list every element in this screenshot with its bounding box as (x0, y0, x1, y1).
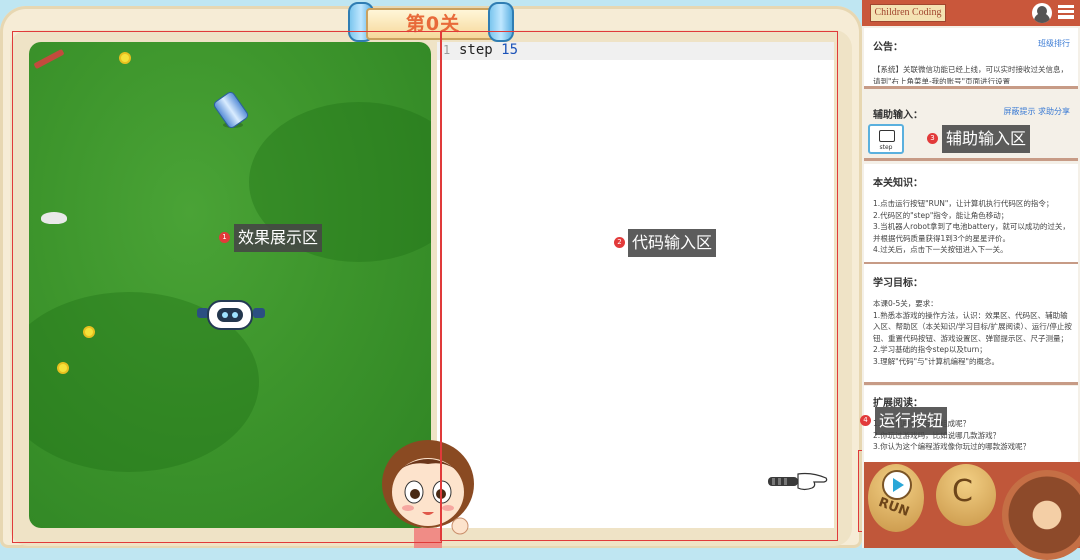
gear-decoration-icon (1002, 470, 1080, 560)
notice-card: 公告： 班级排行 【系统】关联微信功能已经上线，可以实时接收过关信息，请到"右上… (864, 28, 1078, 89)
play-icon (882, 470, 912, 500)
rock-icon (41, 212, 67, 224)
scroll-cap-right (488, 2, 514, 42)
goals-line: 3.理解"代码"与"计算机编程"的概念。 (873, 356, 999, 366)
girl-mascot (382, 440, 474, 548)
goals-line: 本课0-5关，要求： (873, 299, 938, 308)
robot-face (217, 308, 243, 322)
pointer-hand-icon (768, 472, 828, 491)
reading-line: 3.你认为这个编程游戏像你玩过的哪款游戏呢？ (873, 442, 1031, 451)
knowledge-line: 1.点击运行按钮"RUN"，让计算机执行代码区的指令； (873, 199, 1054, 208)
side-header: Children Coding (862, 0, 1080, 26)
goals-title: 学习目标： (873, 278, 923, 289)
game-area-label: 效果展示区 (234, 224, 323, 252)
code-editor[interactable]: 1 step 15 (437, 42, 834, 528)
run-area-label: 运行按钮 (875, 407, 948, 435)
line-number: 1 (443, 43, 451, 57)
knowledge-line: 2.代码区的"step"指令，能让角色移动； (873, 210, 1009, 220)
step-command-label: step (879, 144, 893, 151)
level-banner: 第0关 (348, 2, 514, 42)
help-side-panel: Children Coding 公告： 班级排行 【系统】关联微信功能已经上线，… (862, 0, 1080, 560)
robot-body (207, 300, 253, 330)
brand-logo[interactable]: Children Coding (870, 4, 946, 22)
goals-card: 学习目标： 本课0-5关，要求： 1.熟悉本游戏的操作方法，认识：效果区、代码区… (864, 264, 1078, 385)
robot-eye (222, 312, 228, 318)
robot-arm-right (253, 308, 265, 318)
code-line[interactable]: step 15 (459, 42, 518, 58)
knowledge-line: 4.过关后，点击下一关按钮进入下一关。 (873, 245, 1008, 254)
control-bar: RUN C (864, 462, 1080, 560)
class-ranking-link[interactable]: 班级排行 (1038, 38, 1070, 49)
notice-text: 【系统】关联微信功能已经上线，可以实时接收过关信息，请到"右上角菜单-我的账号"… (873, 65, 1068, 84)
step-robot-icon (879, 130, 895, 142)
menu-icon[interactable] (1058, 5, 1074, 19)
robot-eye (232, 312, 238, 318)
knowledge-card: 本关知识： 1.点击运行按钮"RUN"，让计算机执行代码区的指令； 2.代码区的… (864, 164, 1078, 265)
assist-area-number: 3 (927, 133, 938, 144)
assist-links[interactable]: 屏蔽提示 求助分享 (1003, 106, 1070, 117)
game-area-number: 1 (219, 232, 230, 243)
run-area-number: 4 (860, 415, 871, 426)
run-label: RUN (876, 495, 912, 520)
knowledge-title: 本关知识： (873, 178, 923, 189)
assist-title: 辅助输入： (873, 110, 923, 121)
level-title-scroll: 第0关 (366, 8, 500, 40)
assist-area-label: 辅助输入区 (942, 125, 1031, 153)
code-argument: 15 (501, 42, 519, 58)
flower-icon (85, 328, 93, 336)
notice-title: 公告： (873, 42, 903, 53)
code-area-label: 代码输入区 (628, 229, 717, 257)
reset-icon: C (952, 474, 973, 509)
flower-icon (59, 364, 67, 372)
goals-line: 1.熟悉本游戏的操作方法，认识：效果区、代码区、辅助输入区、帮助区（本关知识/学… (873, 310, 1072, 343)
goals-line: 2.学习基础的指令step以及turn； (873, 345, 987, 354)
reset-button[interactable]: C (936, 464, 996, 526)
knowledge-line: 3.当机器人robot拿到了电池battery，就可以成功的过关，并根据代码质量… (873, 222, 1070, 243)
run-button[interactable]: RUN (868, 464, 924, 532)
step-command-button[interactable]: step (868, 124, 904, 154)
level-title: 第0关 (405, 13, 461, 35)
ruler-icon[interactable] (33, 48, 65, 70)
user-avatar-icon[interactable] (1032, 3, 1052, 23)
game-display-area[interactable] (29, 42, 431, 528)
goals-text: 本课0-5关，要求： 1.熟悉本游戏的操作方法，认识：效果区、代码区、辅助输入区… (873, 298, 1073, 367)
battery-icon (211, 90, 251, 130)
robot-character (197, 300, 265, 330)
flower-icon (121, 54, 129, 62)
code-keyword: step (459, 42, 493, 58)
knowledge-text: 1.点击运行按钮"RUN"，让计算机执行代码区的指令； 2.代码区的"step"… (873, 198, 1073, 256)
code-area-number: 2 (614, 237, 625, 248)
